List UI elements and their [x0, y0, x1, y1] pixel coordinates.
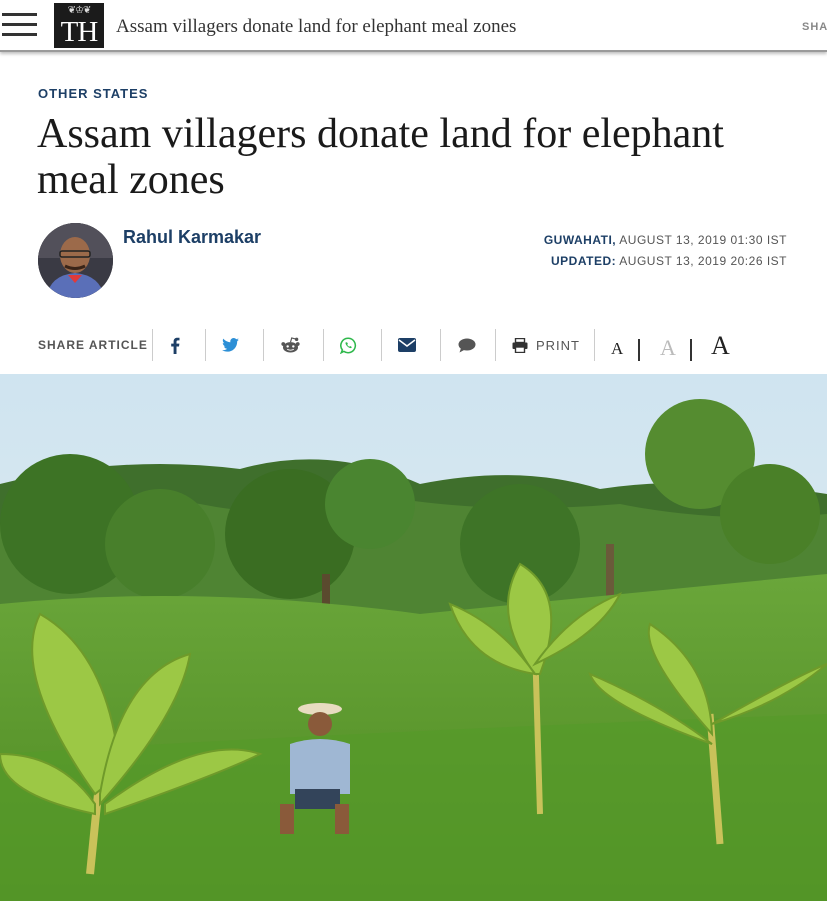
divider — [594, 329, 595, 361]
share-bar: SHARE ARTICLE PRINT A A A — [0, 327, 827, 367]
print-icon — [512, 337, 528, 353]
print-label: PRINT — [536, 337, 580, 353]
site-logo[interactable]: ❦♔❦ TH — [54, 3, 104, 48]
divider — [323, 329, 324, 361]
published-line: GUWAHATI, AUGUST 13, 2019 01:30 IST — [544, 230, 787, 251]
facebook-share-button[interactable] — [164, 333, 186, 357]
facebook-icon — [171, 337, 180, 354]
divider — [690, 339, 692, 361]
font-size-medium-button[interactable]: A — [660, 335, 676, 361]
divider — [381, 329, 382, 361]
divider — [638, 339, 640, 361]
article-title: Assam villagers donate land for elephant… — [37, 111, 724, 203]
location: GUWAHATI, — [543, 233, 617, 247]
font-size-small-button[interactable]: A — [611, 339, 623, 359]
share-article-label: SHARE ARTICLE — [38, 338, 148, 352]
email-icon — [398, 338, 416, 352]
twitter-icon — [221, 338, 239, 352]
whatsapp-share-button[interactable] — [337, 333, 359, 357]
divider — [152, 329, 153, 361]
whatsapp-icon — [339, 337, 356, 354]
dateline: GUWAHATI, AUGUST 13, 2019 01:30 IST UPDA… — [544, 230, 787, 272]
updated-label: UPDATED: — [551, 254, 617, 268]
font-size-large-button[interactable]: A — [711, 331, 730, 361]
reddit-share-button[interactable] — [278, 333, 302, 357]
top-bar: ❦♔❦ TH Assam villagers donate land for e… — [0, 0, 827, 52]
author-avatar[interactable] — [38, 223, 113, 298]
print-button[interactable]: PRINT — [512, 333, 582, 357]
top-bar-headline: Assam villagers donate land for elephant… — [116, 16, 517, 37]
author-name[interactable]: Rahul Karmakar — [123, 227, 261, 248]
divider — [205, 329, 206, 361]
logo-emblem: ❦♔❦ — [67, 5, 92, 16]
top-bar-share[interactable]: SHA — [802, 21, 827, 33]
updated-line: UPDATED: AUGUST 13, 2019 20:26 IST — [544, 251, 787, 272]
logo-text: TH — [60, 16, 99, 48]
divider — [263, 329, 264, 361]
comment-button[interactable] — [456, 333, 478, 357]
twitter-share-button[interactable] — [219, 333, 241, 357]
menu-icon[interactable] — [2, 13, 37, 37]
article-lead-image — [0, 374, 827, 901]
reddit-icon — [280, 337, 300, 353]
divider — [495, 329, 496, 361]
comment-icon — [458, 338, 476, 352]
updated-date: AUGUST 13, 2019 20:26 IST — [619, 254, 787, 268]
email-share-button[interactable] — [396, 333, 418, 357]
divider — [440, 329, 441, 361]
section-label[interactable]: OTHER STATES — [38, 86, 148, 101]
published-date: AUGUST 13, 2019 01:30 IST — [619, 233, 787, 247]
